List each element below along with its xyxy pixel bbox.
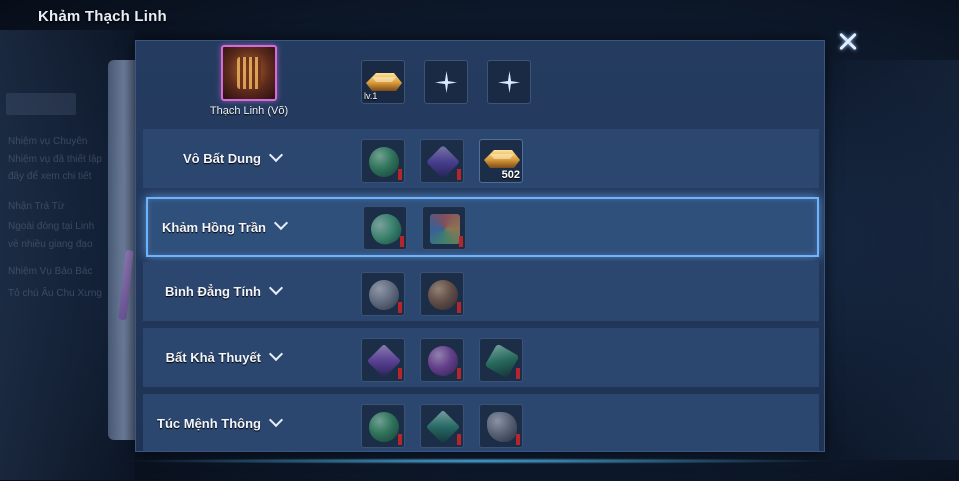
gem-slot[interactable] [420, 272, 464, 316]
close-button[interactable] [835, 28, 861, 54]
background-button [6, 93, 76, 115]
background-text: đây để xem chi tiết [8, 171, 92, 182]
gem-slot[interactable] [361, 139, 405, 183]
chevron-down-icon[interactable] [272, 221, 290, 231]
gem-slot[interactable] [422, 206, 466, 250]
background-text: Nhiệm vụ đã thiết lập [8, 154, 102, 165]
grey-rock-icon [487, 412, 517, 442]
panel-glow [120, 458, 840, 464]
background-text: Tỏ chú Âu Chu Xưng [8, 288, 102, 299]
row-label: Bất Khả Thuyết [165, 350, 261, 365]
purple-gem-icon [367, 344, 401, 378]
background-text: Nhiệm vụ Chuyên [8, 136, 88, 147]
add-slot-button[interactable] [487, 60, 531, 104]
equipped-slot[interactable]: lv.1 [361, 60, 405, 104]
chevron-down-icon[interactable] [267, 418, 285, 428]
window-title: Khảm Thạch Linh [38, 8, 167, 25]
emerald-crystal-icon [484, 343, 520, 379]
chevron-down-icon[interactable] [267, 286, 285, 296]
green-crystal-icon [426, 410, 460, 444]
purple-crystal-icon [426, 145, 460, 179]
plus-icon [435, 71, 457, 93]
inlay-row-selected[interactable]: Khảm Hồng Trần [146, 197, 819, 257]
item-count: 502 [501, 169, 520, 181]
grey-pearl-icon [369, 280, 399, 310]
gem-slot[interactable] [361, 338, 405, 382]
inlay-panel: Thạch Linh (Võ) lv.1 Vô Bất Dung 502 Khả… [135, 40, 825, 452]
background-text: Nhiệm Vụ Bảo Bác [8, 266, 93, 277]
green-orb-icon [369, 147, 399, 177]
inlay-row[interactable]: Vô Bất Dung 502 [143, 129, 819, 188]
green-orb-icon [369, 412, 399, 442]
background-text: Ngoài đóng tại Linh [8, 221, 95, 232]
gem-slot[interactable] [361, 272, 405, 316]
gem-slot[interactable] [479, 404, 523, 448]
hero-name: Thạch Linh (Võ) [209, 105, 289, 117]
jade-oval-icon [366, 209, 406, 249]
prism-cube-icon [430, 214, 460, 244]
gem-slot[interactable] [363, 206, 407, 250]
row-label: Vô Bất Dung [183, 151, 261, 166]
inlay-row[interactable]: Bất Khả Thuyết [143, 328, 819, 387]
gem-slot[interactable] [479, 338, 523, 382]
level-label: lv.1 [364, 91, 378, 101]
gem-slot[interactable] [420, 338, 464, 382]
amber-orb-icon [428, 280, 458, 310]
plus-icon [498, 71, 520, 93]
gem-slot[interactable] [420, 404, 464, 448]
background-text: vẻ nhiều giang đạo [8, 239, 93, 250]
gem-slot[interactable] [361, 404, 405, 448]
row-label: Khảm Hồng Trần [161, 219, 266, 235]
thach-linh-portrait-icon[interactable] [221, 45, 277, 101]
add-slot-button[interactable] [424, 60, 468, 104]
background-side-panel [829, 60, 959, 460]
gem-slot[interactable]: 502 [479, 139, 523, 183]
chevron-down-icon[interactable] [267, 153, 285, 163]
inlay-row[interactable]: Túc Mệnh Thông [143, 394, 819, 451]
violet-orb-icon [428, 346, 458, 376]
row-label: Túc Mệnh Thông [157, 416, 261, 431]
hero-section: Thạch Linh (Võ) lv.1 [136, 41, 824, 127]
background-text: Nhận Trả Từ [8, 201, 65, 212]
chevron-down-icon[interactable] [267, 352, 285, 362]
gem-slot[interactable] [420, 139, 464, 183]
row-label: Bình Đẳng Tính [164, 284, 261, 299]
inlay-row[interactable]: Bình Đẳng Tính [143, 262, 819, 321]
